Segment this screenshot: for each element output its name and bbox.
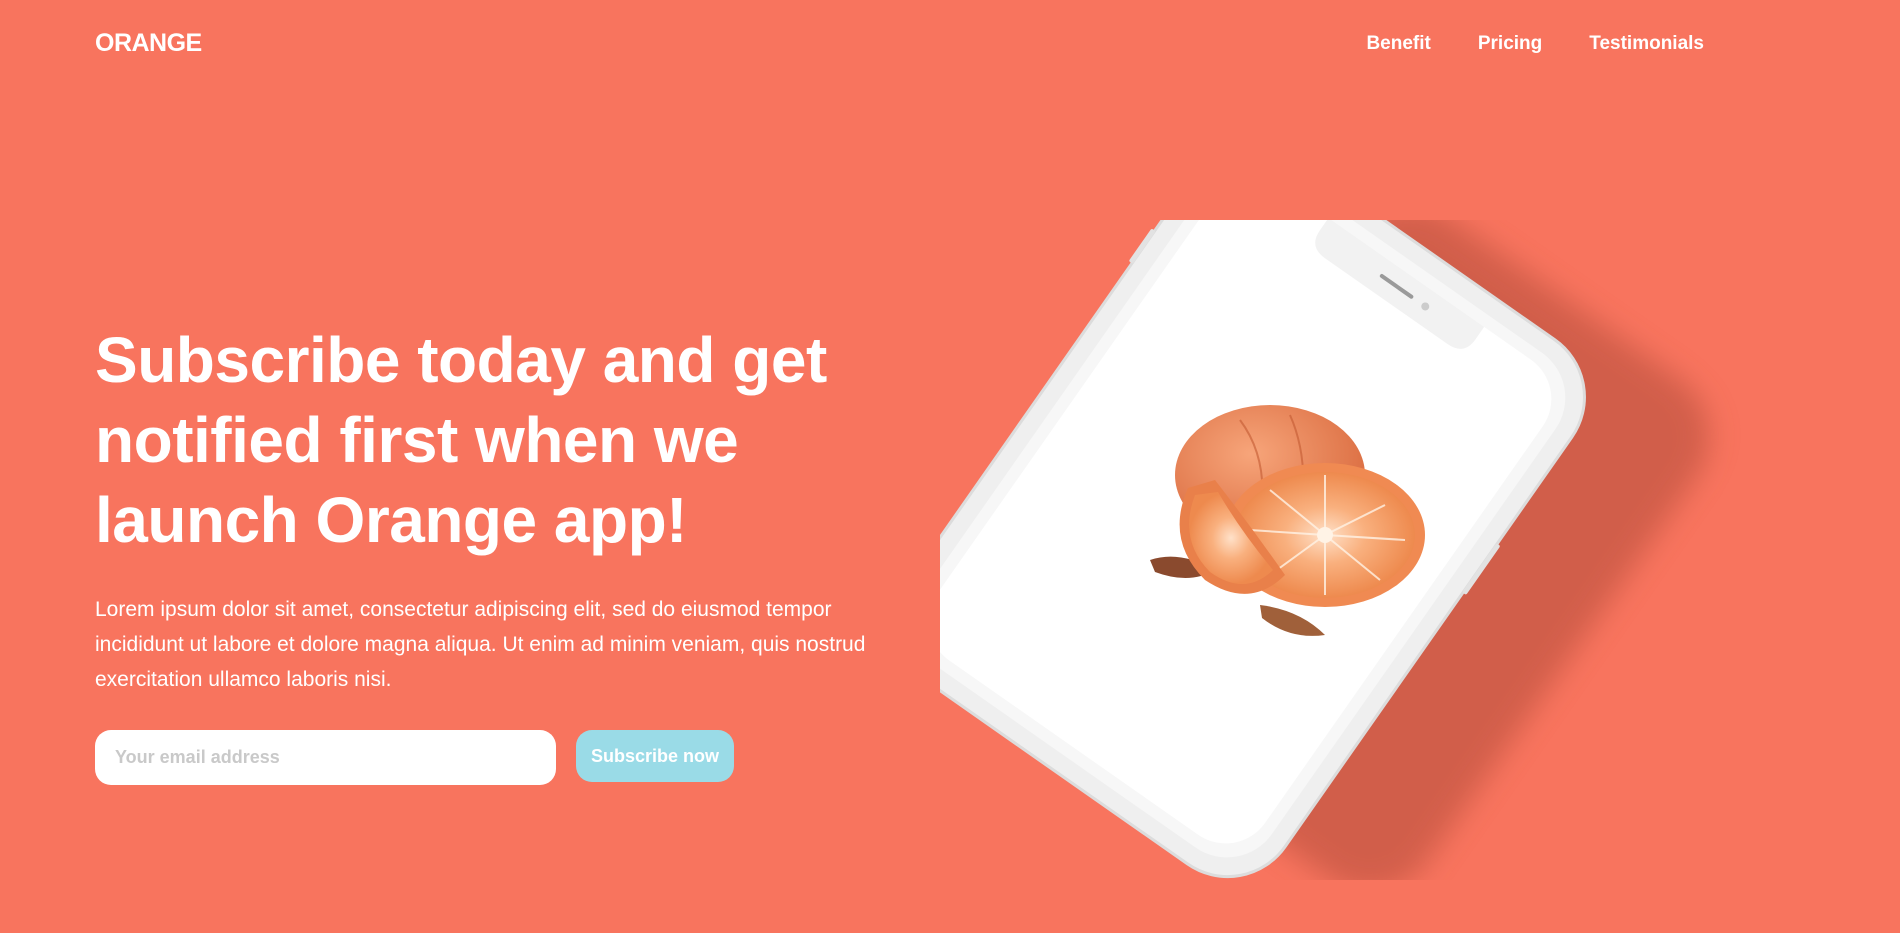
nav-link-testimonials[interactable]: Testimonials xyxy=(1589,33,1704,55)
hero-description: Lorem ipsum dolor sit amet, consectetur … xyxy=(95,598,866,691)
hero-title: Subscribe today and get notified first w… xyxy=(95,324,827,556)
nav-link-benefit[interactable]: Benefit xyxy=(1366,33,1430,55)
email-input[interactable] xyxy=(95,730,556,785)
subscribe-button[interactable]: Subscribe now xyxy=(576,730,734,782)
brand-logo[interactable]: ORANGE xyxy=(95,29,202,58)
nav-link-pricing[interactable]: Pricing xyxy=(1478,33,1542,55)
landing-page: ORANGE Benefit Pricing Testimonials Subs… xyxy=(0,0,1900,933)
site-header: ORANGE Benefit Pricing Testimonials xyxy=(0,0,1900,86)
main-nav: Benefit Pricing Testimonials xyxy=(1366,33,1704,55)
phone-illustration xyxy=(940,220,1710,880)
